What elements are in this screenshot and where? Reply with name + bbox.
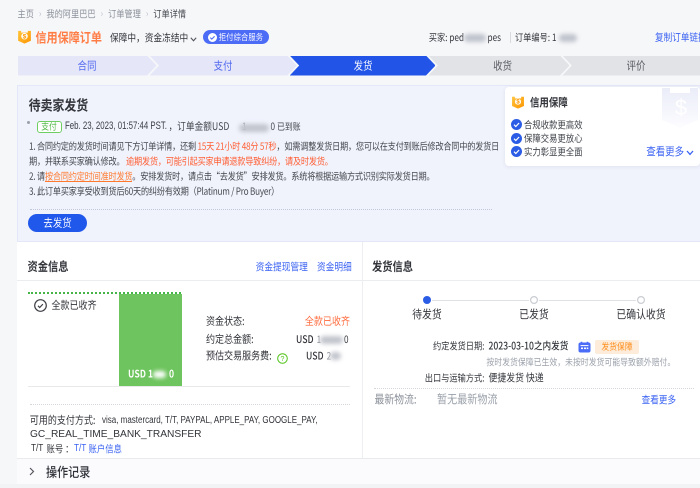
svg-text:$: $ (675, 95, 687, 120)
svg-text:$: $ (23, 33, 27, 40)
svg-text:?: ? (281, 356, 285, 363)
